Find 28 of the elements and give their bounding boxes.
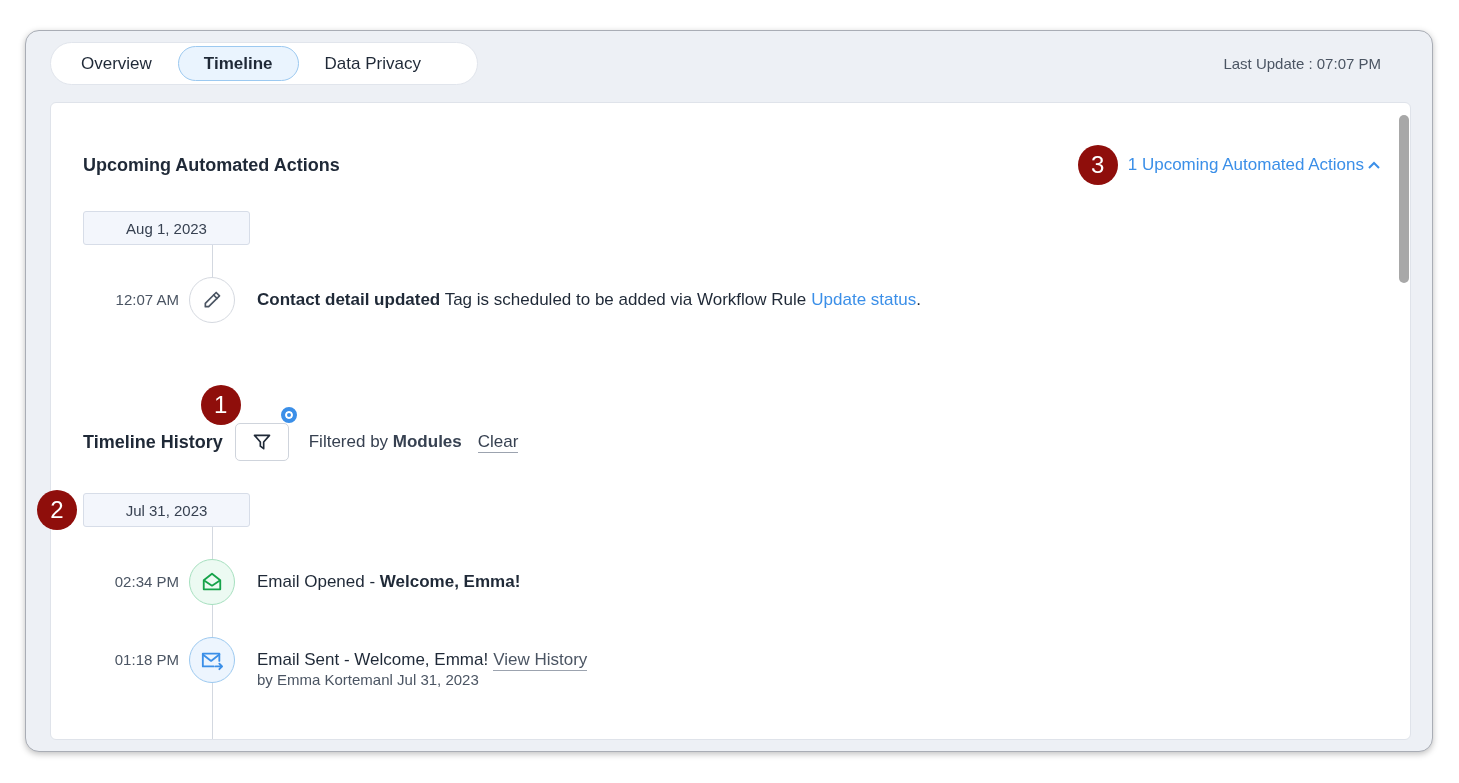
open-envelope-icon <box>201 571 223 593</box>
entry-punctuation: . <box>916 289 921 311</box>
entry-time: 12:07 AM <box>114 290 180 310</box>
tab[interactable]: Data Privacy <box>298 46 447 81</box>
pencil-icon <box>202 290 222 310</box>
clear-link[interactable]: Clear <box>477 431 519 453</box>
tab[interactable]: Overview <box>55 46 178 81</box>
entry-time: 01:18 PM <box>113 650 180 670</box>
entry-byline: by Emma Kortemanl Jul 31, 2023 <box>257 671 479 688</box>
last-update-label: Last Update : 07:07 PM <box>1223 55 1381 72</box>
filter-status: Filtered by Modules <box>308 432 462 452</box>
callout-badge: 1 <box>200 385 241 425</box>
scrollbar-thumb[interactable] <box>1399 115 1409 283</box>
section-title: Timeline History <box>83 431 223 453</box>
entry-text: Contact detail updated Tag is scheduled to be added via Workflow Rule <box>257 289 807 311</box>
tab[interactable]: Timeline <box>177 46 299 81</box>
entry-text: Email Opened - Welcome, Emma! <box>257 571 521 593</box>
callout-badge: 2 <box>37 490 77 530</box>
entry-time: 02:34 PM <box>113 572 180 592</box>
entry-link[interactable]: View History <box>493 649 588 671</box>
entry-text: Email Sent - Welcome, Emma! <box>257 649 489 671</box>
filter-button[interactable] <box>234 423 289 461</box>
chevron-up-icon <box>1368 161 1380 169</box>
date-chip: Jul 31, 2023 <box>83 493 250 527</box>
callout-badge: 3 <box>1077 145 1118 185</box>
filter-icon <box>251 432 272 452</box>
section-title: Upcoming Automated Actions <box>83 154 340 176</box>
date-chip: Aug 1, 2023 <box>83 211 250 245</box>
